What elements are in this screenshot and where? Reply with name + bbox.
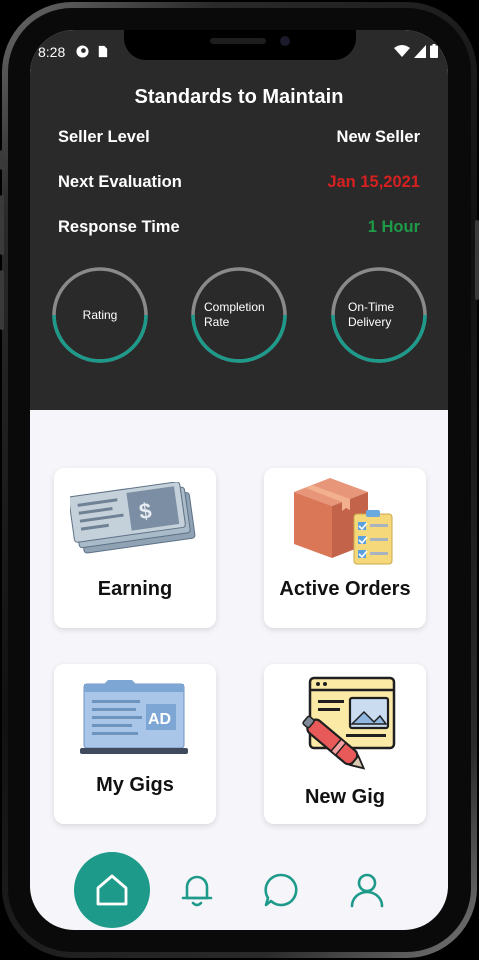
volume-up-button <box>0 195 4 255</box>
on-time-delivery-gauge[interactable]: On-Time Delivery <box>330 266 428 364</box>
nav-notifications-button[interactable] <box>177 870 217 910</box>
new-gig-card[interactable]: New Gig <box>264 664 426 824</box>
signal-icon <box>414 44 426 58</box>
app-screen: 8:28 Standards to Maintain Seller Level … <box>30 30 448 930</box>
nav-home-button[interactable] <box>74 852 150 928</box>
next-evaluation-value: Jan 15,2021 <box>327 173 420 191</box>
nav-profile-button[interactable] <box>347 870 387 910</box>
earning-card[interactable]: $ Earning <box>54 468 216 628</box>
rating-gauge[interactable]: Rating <box>51 266 149 364</box>
bottom-nav <box>30 834 448 930</box>
response-time-row: Response Time 1 Hour <box>58 218 420 242</box>
seller-level-label: Seller Level <box>58 128 150 146</box>
completion-rate-label: Completion Rate <box>204 300 265 329</box>
money-stack-icon: $ <box>54 482 216 554</box>
panel-title: Standards to Maintain <box>134 86 344 108</box>
sd-card-icon <box>98 45 108 58</box>
response-time-value: 1 Hour <box>367 218 420 236</box>
next-evaluation-label: Next Evaluation <box>58 173 182 191</box>
rating-label: Rating <box>82 307 118 322</box>
nav-messages-button[interactable] <box>261 870 301 910</box>
seller-level-value: New Seller <box>336 128 420 146</box>
profile-icon <box>350 873 384 908</box>
response-time-label: Response Time <box>58 218 180 236</box>
standards-panel: 8:28 Standards to Maintain Seller Level … <box>30 30 448 410</box>
chat-icon <box>264 873 298 907</box>
next-evaluation-row: Next Evaluation Jan 15,2021 <box>58 173 420 197</box>
mute-switch <box>0 150 4 170</box>
ad-screen-icon: AD <box>54 678 216 758</box>
app-notification-icon <box>76 45 89 58</box>
home-icon <box>96 874 128 906</box>
earning-label: Earning <box>97 578 173 600</box>
seller-level-row: Seller Level New Seller <box>58 128 420 152</box>
active-orders-label: Active Orders <box>279 578 411 600</box>
svg-text:AD: AD <box>148 711 171 728</box>
on-time-delivery-label: On-Time Delivery <box>348 300 395 329</box>
battery-icon <box>430 44 438 58</box>
package-checklist-icon <box>264 474 426 566</box>
active-orders-card[interactable]: Active Orders <box>264 468 426 628</box>
new-gig-label: New Gig <box>304 786 385 808</box>
volume-down-button <box>0 270 4 330</box>
completion-rate-gauge[interactable]: Completion Rate <box>190 266 288 364</box>
my-gigs-label: My Gigs <box>96 774 174 796</box>
my-gigs-card[interactable]: AD My Gigs <box>54 664 216 824</box>
power-button <box>475 220 479 300</box>
bell-icon <box>181 875 213 907</box>
status-icons <box>394 44 438 58</box>
wifi-icon <box>394 44 410 57</box>
browser-pen-icon <box>264 674 426 780</box>
status-time: 8:28 <box>38 44 66 60</box>
status-bar: 8:28 <box>30 42 448 62</box>
